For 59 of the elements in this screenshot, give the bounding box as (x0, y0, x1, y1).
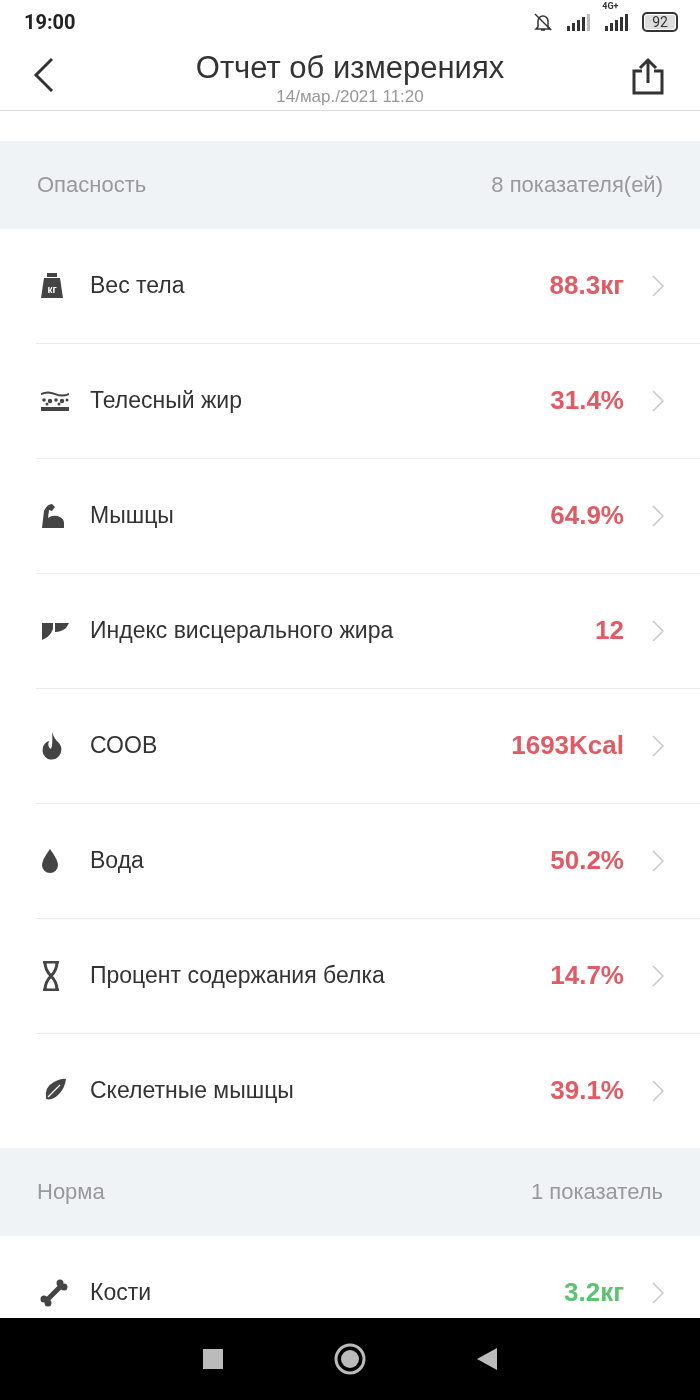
metric-name: Кости (90, 1279, 153, 1307)
metric-name: Мышцы (90, 502, 175, 530)
metric-value: 12 (595, 615, 624, 647)
network-type: 4G+ (602, 0, 619, 11)
metric-value: 64.9% (550, 500, 624, 532)
share-icon[interactable] (631, 57, 665, 96)
section-title: Опасность (37, 171, 147, 198)
metric-row[interactable]: Телесный жир 31.4% (0, 343, 700, 458)
fat-layer-icon (40, 389, 70, 412)
chevron-icon (652, 389, 664, 412)
home-icon[interactable] (334, 1342, 366, 1375)
chevron-icon (652, 619, 664, 642)
back-triangle-icon[interactable] (476, 1346, 498, 1371)
chevron-icon (652, 274, 664, 297)
chevron-icon (652, 964, 664, 987)
recents-icon[interactable] (202, 1347, 224, 1370)
metric-value: 3.2кг (564, 1277, 624, 1309)
metric-name: Скелетные мышцы (90, 1077, 295, 1105)
bone-icon (40, 1278, 68, 1307)
signal-icon (604, 12, 631, 31)
metric-value: 88.3кг (549, 270, 624, 302)
metric-row[interactable]: Процент содержания белка 14.7% (0, 918, 700, 1033)
chevron-icon (652, 734, 664, 757)
chevron-icon (652, 1281, 664, 1304)
section-title: Норма (37, 1178, 105, 1205)
metric-value: 31.4% (550, 385, 624, 417)
flexed-arm-icon (40, 502, 66, 529)
signal-icon (566, 12, 593, 31)
metric-name: Вода (90, 847, 145, 875)
metric-value: 39.1% (550, 1075, 624, 1107)
metric-value: 14.7% (550, 960, 624, 992)
chevron-icon (652, 849, 664, 872)
flame-icon (40, 730, 64, 761)
metric-value: 50.2% (550, 845, 624, 877)
metric-name: Индекс висцерального жира (90, 617, 395, 645)
chevron-icon (652, 504, 664, 527)
metric-row[interactable]: Кости 3.2кг (0, 1235, 700, 1318)
metric-row[interactable]: СООВ 1693Kcal (0, 688, 700, 803)
section-count: 1 показатель (530, 1178, 663, 1205)
muted-bell-icon (532, 10, 555, 33)
liver-icon (40, 620, 70, 641)
water-drop-icon (40, 847, 60, 874)
status-time: 19:00 (24, 9, 76, 34)
metric-value: 1693Kcal (511, 730, 624, 762)
back-icon[interactable] (33, 57, 55, 94)
metric-name: Вес тела (90, 272, 186, 300)
metric-row[interactable]: Мышцы 64.9% (0, 458, 700, 573)
metric-row[interactable]: кг Вес тела 88.3кг (0, 228, 700, 343)
metric-row[interactable]: Индекс висцерального жира 12 (0, 573, 700, 688)
metric-name: СООВ (90, 732, 159, 760)
metric-row[interactable]: Вода 50.2% (0, 803, 700, 918)
page-title: Отчет об измерениях (195, 49, 505, 88)
battery-indicator: 92 (642, 11, 678, 32)
metric-name: Телесный жир (90, 387, 243, 415)
section-count: 8 показателя(ей) (491, 171, 663, 198)
metric-name: Процент содержания белка (90, 962, 386, 990)
metric-row[interactable]: Скелетные мышцы 39.1% (0, 1033, 700, 1148)
measurement-date: 14/мар./2021 11:20 (276, 87, 424, 108)
chevron-icon (652, 1079, 664, 1102)
